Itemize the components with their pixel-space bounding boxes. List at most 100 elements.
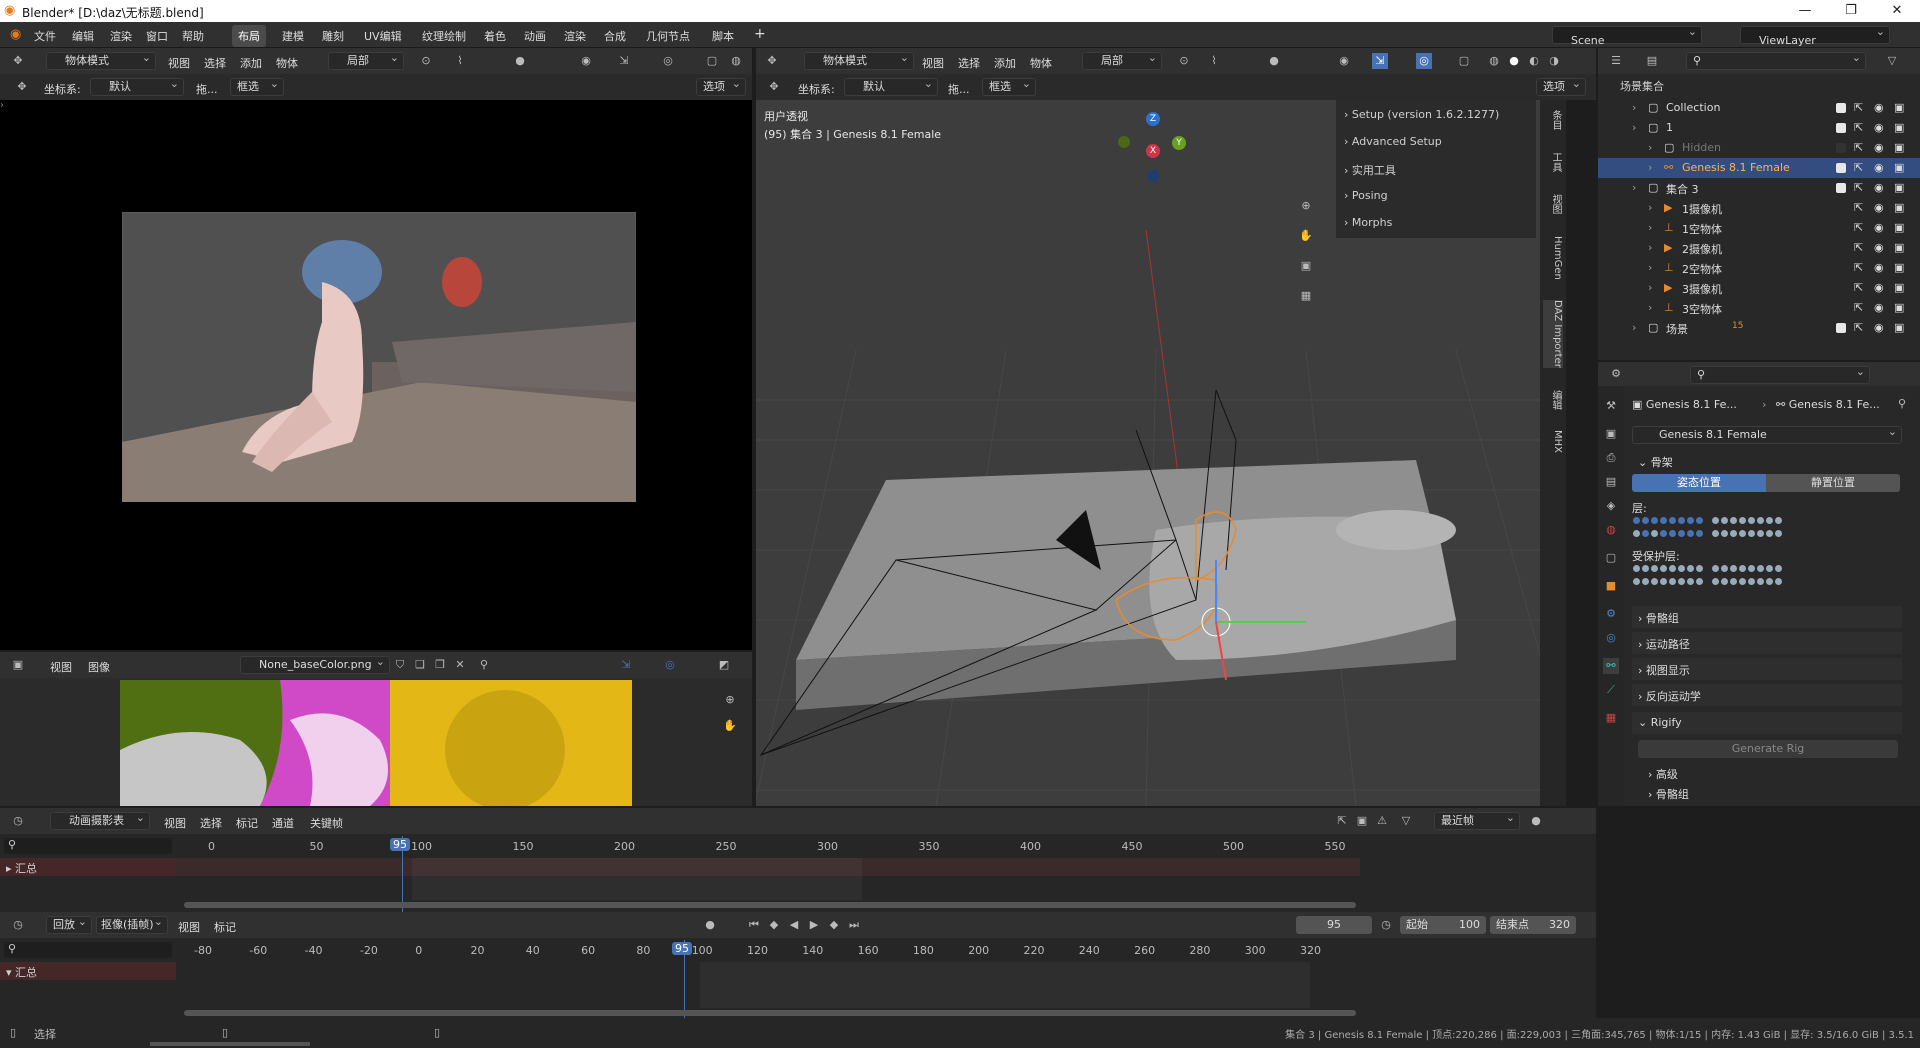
right-mode-dropdown[interactable]: 物体模式: [804, 50, 914, 70]
record-icon[interactable]: ●: [702, 917, 718, 933]
eye-icon[interactable]: ◉: [1874, 241, 1884, 254]
eye-icon[interactable]: ◉: [1874, 181, 1884, 194]
right-editor-type-icon[interactable]: ✥: [764, 53, 780, 69]
section-inverse-kinematics[interactable]: › 反向运动学: [1632, 684, 1902, 706]
show-hidden-icon[interactable]: ▣: [1354, 813, 1370, 829]
fake-user-icon[interactable]: ⛉: [392, 657, 408, 673]
selectable-icon[interactable]: ⇱: [1854, 281, 1863, 294]
outliner-row[interactable]: › ⊥ 1空物体 ⇱ ◉ ▣: [1598, 218, 1920, 238]
tab-scripting[interactable]: 脚本: [706, 25, 740, 47]
eye-icon[interactable]: ◉: [1874, 121, 1884, 134]
selectable-icon[interactable]: ⇱: [1854, 241, 1863, 254]
selectable-icon[interactable]: ⇱: [1854, 261, 1863, 274]
props-pin-icon[interactable]: ⚲: [1894, 396, 1910, 412]
modifier-tab-icon[interactable]: ⚙: [1603, 606, 1619, 622]
pivot-icon[interactable]: ⊙: [418, 53, 434, 69]
tab-item[interactable]: 条目: [1543, 110, 1563, 130]
tab-uv[interactable]: UV编辑: [358, 25, 408, 47]
snap-icon[interactable]: ⌇: [452, 53, 468, 69]
gizmo-icon[interactable]: ⇲: [616, 53, 632, 69]
scene-selector[interactable]: Scene: [1552, 24, 1702, 47]
expand-arrow-icon[interactable]: ›: [1648, 241, 1652, 254]
right-drag-label[interactable]: 拖...: [948, 81, 970, 97]
selectable-icon[interactable]: ⇱: [1854, 201, 1863, 214]
keying-dropdown[interactable]: 抠像(插帧): [96, 914, 168, 934]
right-select-dropdown[interactable]: 框选: [982, 76, 1036, 96]
outliner-row[interactable]: › ⚯ Genesis 8.1 Female ⇱ ◉ ▣: [1598, 158, 1920, 178]
navigation-gizmo[interactable]: Z Y X: [1116, 108, 1196, 188]
tab-humgen[interactable]: HumGen: [1543, 236, 1563, 280]
outliner-type-icon[interactable]: ☰: [1608, 53, 1624, 69]
armature-name-field[interactable]: Genesis 8.1 Female: [1632, 424, 1902, 444]
outliner-row[interactable]: › ⊥ 3空物体 ⇱ ◉ ▣: [1598, 298, 1920, 318]
unlink-image-icon[interactable]: ✕: [452, 657, 468, 673]
image-editor-canvas[interactable]: ⊕ ✋: [0, 678, 752, 806]
right-coord-dropdown[interactable]: 默认: [844, 76, 938, 96]
tab-compositing[interactable]: 合成: [598, 25, 632, 47]
selectable-icon[interactable]: ⇱: [1854, 321, 1863, 334]
outliner-row[interactable]: › ▢ Collection ⇱ ◉ ▣: [1598, 98, 1920, 118]
timeline-current-frame[interactable]: 95: [672, 942, 692, 955]
image-selector[interactable]: None_baseColor.png: [240, 654, 390, 674]
tab-sculpt[interactable]: 雕刻: [316, 25, 350, 47]
props-breadcrumb-object[interactable]: ▣ Genesis 8.1 Fe...: [1632, 398, 1737, 411]
props-breadcrumb-data[interactable]: ⚯ Genesis 8.1 Fe...: [1776, 398, 1880, 411]
status-scrollbar[interactable]: [150, 1042, 310, 1046]
play-reverse-icon[interactable]: ◀: [786, 917, 802, 933]
close-button[interactable]: ✕: [1874, 0, 1920, 22]
playback-dropdown[interactable]: 回放: [46, 914, 92, 934]
dopesheet-menu-channel[interactable]: 通道: [272, 815, 294, 831]
preview-range-icon[interactable]: ◷: [1378, 917, 1394, 933]
tab-layout[interactable]: 布局: [232, 25, 266, 47]
next-keyframe-icon[interactable]: ◆: [826, 917, 842, 933]
right-gizmo-icon[interactable]: ⇲: [1372, 53, 1388, 69]
add-workspace-icon[interactable]: +: [754, 26, 766, 42]
section-motion-paths[interactable]: › 运动路径: [1632, 632, 1902, 654]
menu-help[interactable]: 帮助: [182, 28, 204, 44]
bone-tab-icon[interactable]: ⟋: [1603, 682, 1619, 698]
section-rigify[interactable]: ⌄ Rigify: [1632, 712, 1902, 734]
section-skeleton[interactable]: ⌄ 骨架: [1638, 454, 1673, 470]
pose-position-button[interactable]: 姿态位置: [1632, 474, 1766, 492]
left-drag-label[interactable]: 拖...: [196, 81, 218, 97]
timeline-menu-view[interactable]: 视图: [178, 919, 200, 935]
right-menu-object[interactable]: 物体: [1030, 55, 1052, 71]
image-gizmo-icon[interactable]: ⇲: [618, 657, 634, 673]
dopesheet-area[interactable]: ⚲ ▸ 汇总 0 50 100 150 200 250 300 350 400 450 500 550…: [0, 834, 1596, 912]
viewport-grid-icon[interactable]: ▦: [1298, 288, 1314, 304]
menu-window[interactable]: 窗口: [146, 28, 168, 44]
dopesheet-type-icon[interactable]: ◷: [10, 813, 26, 829]
rest-position-button[interactable]: 静置位置: [1766, 474, 1900, 492]
left-collapse-arrow[interactable]: ›: [0, 100, 4, 111]
outliner-row[interactable]: › ▢ 集合 3 ⇱ ◉ ▣: [1598, 178, 1920, 198]
eye-icon[interactable]: ◉: [1874, 301, 1884, 314]
camera-render-icon[interactable]: ▣: [1894, 161, 1904, 174]
start-frame-field[interactable]: 起始 100: [1400, 916, 1486, 934]
expand-arrow-icon[interactable]: ›: [1648, 141, 1652, 154]
right-options-dropdown[interactable]: 选项: [1536, 76, 1586, 96]
section-viewport-display[interactable]: › 视图显示: [1632, 658, 1902, 680]
expand-arrow-icon[interactable]: ›: [1632, 321, 1636, 334]
selectable-icon[interactable]: ⇱: [1854, 121, 1863, 134]
dopesheet-menu-view[interactable]: 视图: [164, 815, 186, 831]
exclude-checkbox[interactable]: [1836, 323, 1846, 333]
camera-render-icon[interactable]: ▣: [1894, 181, 1904, 194]
gizmo-neg-y[interactable]: [1118, 136, 1130, 148]
timeline-type-icon[interactable]: ◷: [10, 917, 26, 933]
tab-shading[interactable]: 着色: [478, 25, 512, 47]
overlay-icon[interactable]: ◎: [660, 53, 676, 69]
tab-animation[interactable]: 动画: [518, 25, 552, 47]
timeline-menu-marker[interactable]: 标记: [214, 919, 236, 935]
outliner-row[interactable]: › ▢ Hidden ⇱ ◉ ▣: [1598, 138, 1920, 158]
expand-arrow-icon[interactable]: ›: [1632, 181, 1636, 194]
right-proportional-icon[interactable]: ●: [1266, 53, 1282, 69]
camera-render-icon[interactable]: ▣: [1894, 301, 1904, 314]
world-tab-icon[interactable]: ◍: [1603, 522, 1619, 538]
eye-icon[interactable]: ◉: [1874, 261, 1884, 274]
solid-shading-icon[interactable]: ●: [1506, 53, 1522, 69]
viewport-camera-icon[interactable]: ▣: [1298, 258, 1314, 274]
right-pivot-icon[interactable]: ⊙: [1176, 53, 1192, 69]
left-transform-orientation[interactable]: 局部: [328, 50, 404, 70]
blender-menu-icon[interactable]: ◉: [10, 27, 21, 42]
eye-icon[interactable]: ◉: [1874, 161, 1884, 174]
